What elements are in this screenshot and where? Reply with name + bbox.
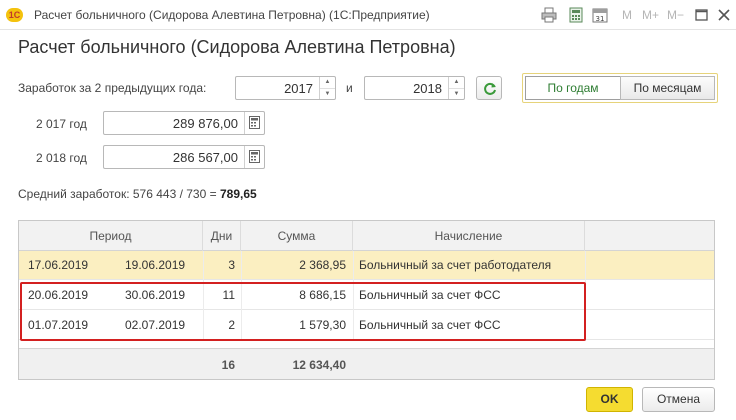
calculator-button[interactable]: [244, 112, 264, 134]
earnings-2018-field[interactable]: 286 567,00: [103, 145, 265, 169]
spin-up-icon[interactable]: ▲: [449, 77, 464, 88]
table-header: Период Дни Сумма Начисление: [19, 221, 714, 251]
table-row[interactable]: 17.06.2019 19.06.2019 3 2 368,95 Больнич…: [19, 251, 714, 280]
by-months-toggle[interactable]: По месяцам: [620, 76, 715, 100]
period-from: 17.06.2019: [28, 258, 89, 272]
earnings-2017-value: 289 876,00: [172, 116, 238, 131]
memory-minus-button[interactable]: M−: [667, 8, 684, 22]
year-to-spinner[interactable]: ▲ ▼: [448, 77, 464, 99]
average-result: 789,65: [219, 187, 257, 201]
accrual-cell: Больничный за счет работодателя: [359, 258, 552, 272]
title-bar: 1C Расчет больничного (Сидорова Алевтина…: [0, 0, 736, 30]
spin-down-icon[interactable]: ▼: [320, 88, 335, 99]
view-mode-toggle: По годам По месяцам: [522, 73, 718, 103]
column-accrual[interactable]: Начисление: [353, 221, 585, 251]
column-period[interactable]: Период: [19, 221, 203, 251]
spin-up-icon[interactable]: ▲: [320, 77, 335, 88]
memory-plus-button[interactable]: M+: [642, 8, 659, 22]
year-from-value: 2017: [284, 81, 313, 96]
calculator-icon: [249, 150, 260, 163]
year-to-field[interactable]: 2018 ▲ ▼: [364, 76, 465, 100]
calculator-button[interactable]: [244, 146, 264, 168]
page-title: Расчет больничного (Сидорова Алевтина Пе…: [18, 37, 456, 57]
year-to-value: 2018: [413, 81, 442, 96]
sum-cell: 2 368,95: [299, 258, 346, 272]
and-label: и: [346, 81, 353, 95]
total-sum: 12 634,40: [292, 358, 346, 372]
calculator-icon[interactable]: [568, 7, 584, 23]
year-from-field[interactable]: 2017 ▲ ▼: [235, 76, 336, 100]
fss-rows-highlight: [20, 282, 586, 341]
earnings-2017-label: 2 017 год: [36, 117, 87, 131]
by-years-toggle[interactable]: По годам: [525, 76, 621, 100]
refresh-button[interactable]: [476, 76, 502, 100]
average-formula: Средний заработок: 576 443 / 730 =: [18, 187, 220, 201]
earnings-period-label: Заработок за 2 предыдущих года:: [18, 81, 207, 95]
earnings-2017-field[interactable]: 289 876,00: [103, 111, 265, 135]
year-from-spinner[interactable]: ▲ ▼: [319, 77, 335, 99]
refresh-icon: [484, 82, 496, 95]
column-sum[interactable]: Сумма: [241, 221, 353, 251]
cancel-button[interactable]: Отмена: [642, 387, 715, 412]
column-days[interactable]: Дни: [203, 221, 241, 251]
average-earnings-line: Средний заработок: 576 443 / 730 = 789,6…: [18, 187, 257, 201]
table-totals-row: 16 12 634,40: [19, 348, 714, 379]
ok-button[interactable]: OK: [586, 387, 633, 412]
memory-m-button[interactable]: M: [622, 8, 632, 22]
calculator-icon: [249, 116, 260, 129]
app-logo-icon: 1C: [6, 8, 23, 22]
maximize-icon[interactable]: [694, 7, 710, 23]
total-days: 16: [221, 358, 235, 372]
close-icon[interactable]: [716, 7, 732, 23]
days-cell: 3: [228, 258, 235, 272]
print-icon[interactable]: [541, 7, 557, 23]
svg-text:31: 31: [596, 15, 605, 23]
earnings-2018-label: 2 018 год: [36, 151, 87, 165]
spin-down-icon[interactable]: ▼: [449, 88, 464, 99]
calendar-icon[interactable]: 31: [592, 7, 608, 23]
earnings-2018-value: 286 567,00: [172, 150, 238, 165]
column-empty: [585, 221, 714, 251]
window-title: Расчет больничного (Сидорова Алевтина Пе…: [34, 8, 430, 22]
period-to: 19.06.2019: [125, 258, 186, 272]
